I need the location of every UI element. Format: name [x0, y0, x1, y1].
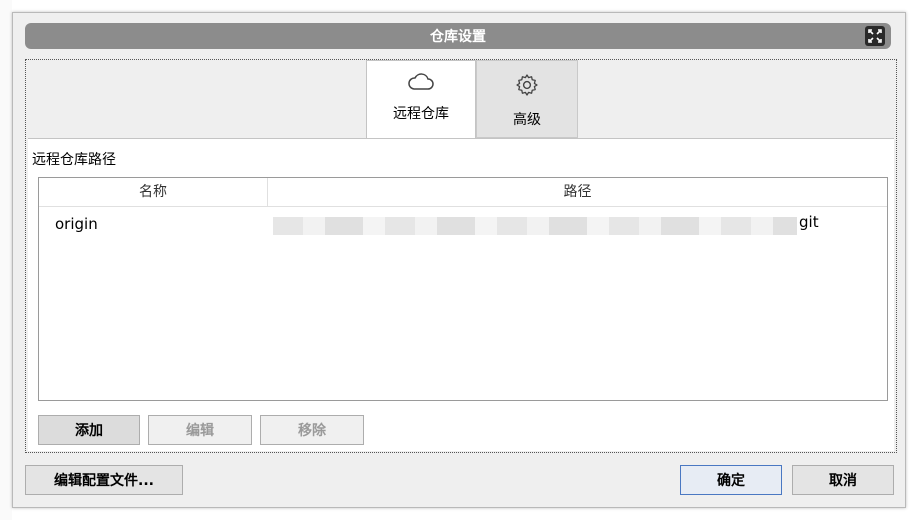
maximize-icon [868, 29, 882, 43]
remote-actions: 添加 编辑 移除 [38, 415, 364, 445]
ok-button[interactable]: 确定 [680, 465, 782, 495]
edit-config-file-button[interactable]: 编辑配置文件... [25, 465, 183, 495]
tab-remote-repository[interactable]: 远程仓库 [366, 60, 476, 138]
repository-settings-dialog: 仓库设置 远程仓库 高级 远程仓库路径 名称 路径 origin git 添加 … [12, 12, 906, 508]
tab-label: 高级 [513, 112, 541, 128]
tab-label: 远程仓库 [393, 106, 449, 122]
title-bar[interactable]: 仓库设置 [25, 23, 891, 49]
dialog-title: 仓库设置 [430, 29, 486, 45]
cancel-button[interactable]: 取消 [792, 465, 894, 495]
remote-name-cell: origin [55, 215, 98, 233]
tab-bar: 远程仓库 高级 [366, 60, 578, 138]
edit-button[interactable]: 编辑 [148, 415, 252, 445]
settings-panel: 远程仓库 高级 远程仓库路径 名称 路径 origin git 添加 编辑 移除 [25, 59, 897, 453]
maximize-button[interactable] [865, 26, 885, 46]
tab-advanced[interactable]: 高级 [476, 60, 578, 138]
column-header-path[interactable]: 路径 [268, 178, 887, 206]
table-row[interactable]: origin git [39, 207, 887, 241]
gear-icon [516, 74, 538, 96]
table-header: 名称 路径 [39, 178, 887, 207]
remote-paths-label: 远程仓库路径 [32, 152, 116, 168]
remote-repository-page: 远程仓库路径 名称 路径 origin git 添加 编辑 移除 [28, 138, 894, 451]
add-button[interactable]: 添加 [38, 415, 140, 445]
cloud-icon [408, 73, 434, 90]
remote-path-cell: git [267, 207, 887, 241]
redacted-path [273, 217, 797, 235]
column-header-name[interactable]: 名称 [39, 178, 268, 206]
path-suffix: git [799, 213, 819, 231]
remotes-table[interactable]: 名称 路径 origin git [38, 177, 888, 401]
background-window-edge [0, 0, 12, 520]
remove-button[interactable]: 移除 [260, 415, 364, 445]
